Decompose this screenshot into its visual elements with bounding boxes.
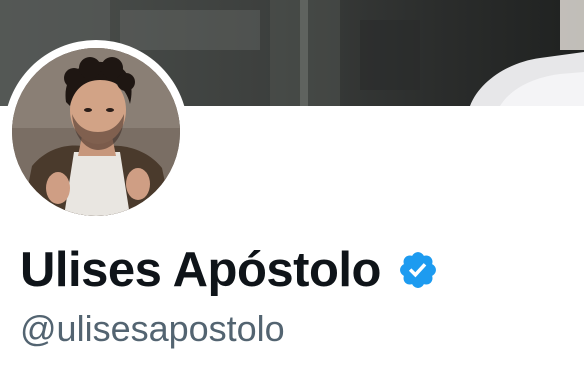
profile-header: Ulises Apóstolo @ulisesapostolo bbox=[0, 0, 584, 382]
verified-badge-icon[interactable] bbox=[397, 249, 439, 291]
user-handle: @ulisesapostolo bbox=[20, 308, 285, 349]
avatar[interactable] bbox=[12, 48, 180, 216]
display-name: Ulises Apóstolo bbox=[20, 242, 381, 297]
name-row: Ulises Apóstolo bbox=[20, 238, 439, 302]
